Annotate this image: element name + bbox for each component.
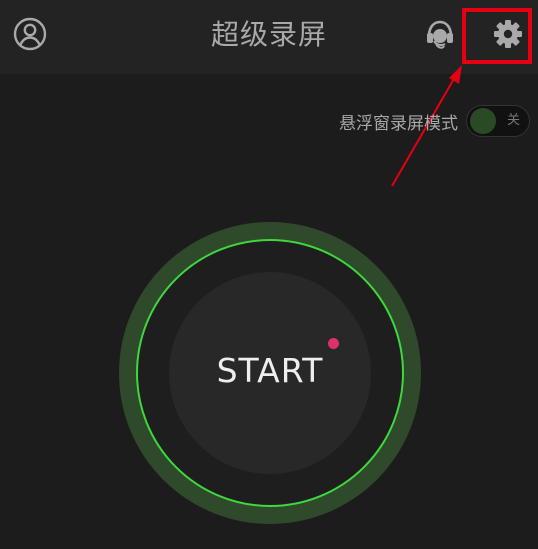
support-button[interactable] bbox=[422, 16, 458, 52]
gear-icon bbox=[494, 20, 522, 48]
profile-button[interactable] bbox=[12, 16, 48, 52]
start-label: START bbox=[216, 351, 324, 390]
settings-button[interactable] bbox=[490, 16, 526, 52]
app-screen: 超级录屏 悬浮窗录屏模式 关 START bbox=[0, 0, 538, 549]
start-button[interactable]: START bbox=[119, 222, 421, 524]
headset-icon bbox=[427, 20, 453, 49]
record-indicator-dot bbox=[328, 338, 339, 349]
toggle-knob bbox=[470, 108, 496, 134]
floating-mode-row: 悬浮窗录屏模式 关 bbox=[339, 104, 530, 138]
user-circle-icon bbox=[13, 17, 47, 51]
floating-mode-label: 悬浮窗录屏模式 bbox=[339, 113, 458, 134]
top-bar: 超级录屏 bbox=[0, 0, 538, 74]
floating-mode-toggle[interactable]: 关 bbox=[466, 105, 530, 137]
toggle-state-text: 关 bbox=[506, 113, 520, 128]
